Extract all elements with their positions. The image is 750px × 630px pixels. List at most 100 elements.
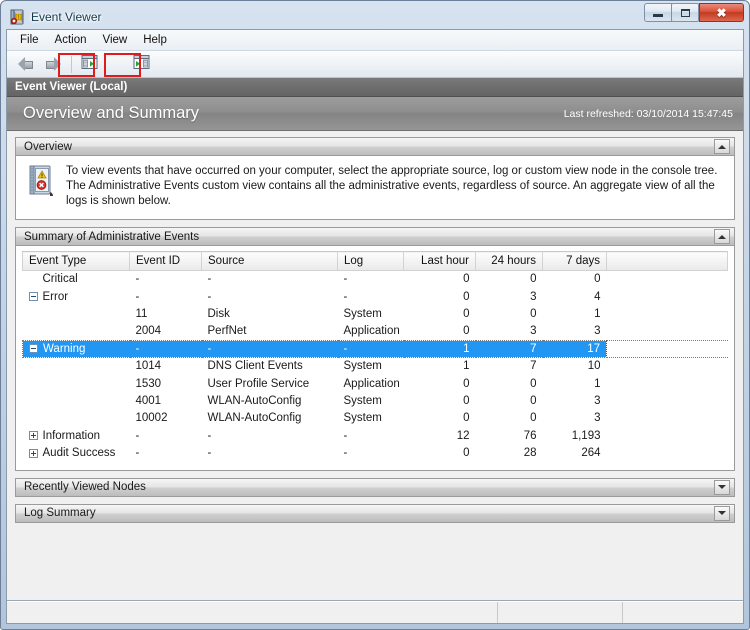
cell-log: System <box>343 412 382 425</box>
table-row[interactable]: 10002 WLAN-AutoConfig System 0 0 3 <box>23 410 728 427</box>
collapse-icon[interactable] <box>28 292 38 302</box>
page-title: Overview and Summary <box>23 104 200 122</box>
cell-event-type-label: Critical <box>42 273 78 286</box>
expand-icon[interactable] <box>28 431 38 441</box>
table-row[interactable]: Warning - - -1 7 17 <box>22 339 728 358</box>
cell-last_hour: 0 <box>463 447 470 460</box>
window-controls: ✖ <box>644 3 744 22</box>
table-row[interactable]: 1014 DNS Client Events System 1 7 10 <box>23 357 728 374</box>
column-header-last_hour[interactable]: Last hour <box>403 251 476 271</box>
back-button[interactable] <box>14 53 38 76</box>
show-hide-action-pane-button[interactable] <box>129 53 153 76</box>
cell-event-type-label: Audit Success <box>42 447 116 460</box>
cell-event_type: Warning <box>22 339 130 358</box>
collapse-icon[interactable] <box>29 344 38 354</box>
results-pane: Overview and Summary Last refreshed: 03/… <box>7 97 743 601</box>
cell-pad <box>607 357 728 374</box>
column-header-pad[interactable] <box>606 251 728 271</box>
cell-pad <box>607 375 728 392</box>
menu-action[interactable]: Action <box>47 32 95 48</box>
scope-bar-label: Event Viewer (Local) <box>15 81 128 93</box>
cell-event_id: 1530 <box>135 377 162 390</box>
column-header-days_7[interactable]: 7 days <box>542 251 607 271</box>
column-header-hours_24[interactable]: 24 hours <box>475 251 543 271</box>
console-tree-icon <box>81 54 98 75</box>
cell-days_7: 1 <box>594 307 601 320</box>
cell-last_hour: 0 <box>463 412 470 425</box>
table-row[interactable]: 2004 PerfNet Application 0 3 3 <box>23 323 728 340</box>
recently-viewed-nodes-title: Recently Viewed Nodes <box>24 481 146 494</box>
log-summary-header[interactable]: Log Summary <box>15 503 735 523</box>
cell-source: - <box>207 429 212 442</box>
cell-log: Application <box>343 377 400 390</box>
cell-pad <box>607 410 728 427</box>
cell-last_hour: 0 <box>463 290 470 303</box>
expand-icon[interactable] <box>28 448 38 458</box>
table-row[interactable]: Critical - - - 0 0 0 <box>23 271 728 288</box>
summary-panel-header[interactable]: Summary of Administrative Events <box>15 227 735 246</box>
overview-panel-header[interactable]: Overview <box>15 137 735 156</box>
cell-event_type <box>23 305 130 322</box>
log-book-icon <box>26 164 56 198</box>
column-header-source[interactable]: Source <box>201 251 338 271</box>
menu-view[interactable]: View <box>95 32 136 48</box>
scope-bar: Event Viewer (Local) <box>7 78 743 97</box>
summary-panel-title: Summary of Administrative Events <box>24 230 200 243</box>
cell-event_id: 11 <box>135 307 148 320</box>
overview-panel: Overview To view events that have occurr… <box>15 137 735 220</box>
cell-event_id: 1014 <box>135 360 162 373</box>
cell-hours_24: 0 <box>530 394 537 407</box>
chevron-up-icon[interactable] <box>714 229 730 244</box>
cell-log: System <box>343 307 382 320</box>
cell-hours_24: 0 <box>530 412 537 425</box>
column-header-log[interactable]: Log <box>337 251 404 271</box>
cell-log: - <box>343 447 348 460</box>
status-pane-tertiary <box>623 602 743 623</box>
recently-viewed-nodes-header[interactable]: Recently Viewed Nodes <box>15 477 735 497</box>
show-hide-console-tree-button[interactable] <box>77 53 101 76</box>
status-pane-main <box>7 602 498 623</box>
close-button[interactable]: ✖ <box>699 3 744 22</box>
cell-pad <box>607 271 728 288</box>
cell-log: Application <box>343 325 400 338</box>
cell-days_7: 17 <box>542 339 607 358</box>
cell-days_7: 1,193 <box>571 429 601 442</box>
menu-file[interactable]: File <box>12 32 47 48</box>
minimize-button[interactable] <box>644 3 672 22</box>
chevron-down-icon[interactable] <box>714 479 730 495</box>
status-bar <box>7 601 743 623</box>
page-banner: Overview and Summary Last refreshed: 03/… <box>7 97 743 131</box>
toolbar <box>7 51 743 78</box>
window-title: Event Viewer <box>31 10 102 24</box>
maximize-button[interactable] <box>671 3 699 22</box>
cell-source: - <box>207 447 212 460</box>
table-row[interactable]: Error - - - 0 3 4 <box>23 288 728 305</box>
cell-pad <box>607 288 728 305</box>
cell-pad <box>607 305 728 322</box>
menu-help[interactable]: Help <box>135 32 175 48</box>
chevron-down-icon[interactable] <box>714 505 730 521</box>
cell-source: DNS Client Events <box>207 360 303 373</box>
cell-source: - <box>207 273 212 286</box>
column-header-event_id[interactable]: Event ID <box>129 251 202 271</box>
table-row[interactable]: Audit Success - - - 0 28 264 <box>23 444 728 461</box>
recently-viewed-nodes-panel: Recently Viewed Nodes <box>15 477 735 497</box>
cell-last_hour: 1 <box>403 339 476 358</box>
event-viewer-window: ! Event Viewer ✖ File Action View Help E… <box>0 0 750 630</box>
toolbar-empty-slot[interactable] <box>103 53 127 76</box>
summary-panel-body: Event Type Event ID Source Log Last hour 24 h… <box>15 246 735 471</box>
table-row[interactable]: 11 Disk System 0 0 1 <box>23 305 728 322</box>
column-header-event_type[interactable]: Event Type <box>22 251 130 271</box>
event-viewer-icon: ! <box>9 9 25 25</box>
table-row[interactable]: 4001 WLAN-AutoConfig System 0 0 3 <box>23 392 728 409</box>
table-row[interactable]: Information - - - 12 76 1,193 <box>23 427 728 444</box>
table-row[interactable]: 1530 User Profile Service Application 0 0 1 <box>23 375 728 392</box>
forward-button[interactable] <box>40 53 64 76</box>
table-header-row: Event Type Event ID Source Log Last hour 24 h… <box>22 251 728 271</box>
cell-event-type-label: Warning <box>43 342 86 355</box>
chevron-up-icon[interactable] <box>714 139 730 154</box>
cell-event_type: Critical <box>23 271 130 288</box>
cell-event_id: - <box>135 273 140 286</box>
cell-hours_24: 76 <box>523 429 537 442</box>
cell-event_id: - <box>135 429 140 442</box>
